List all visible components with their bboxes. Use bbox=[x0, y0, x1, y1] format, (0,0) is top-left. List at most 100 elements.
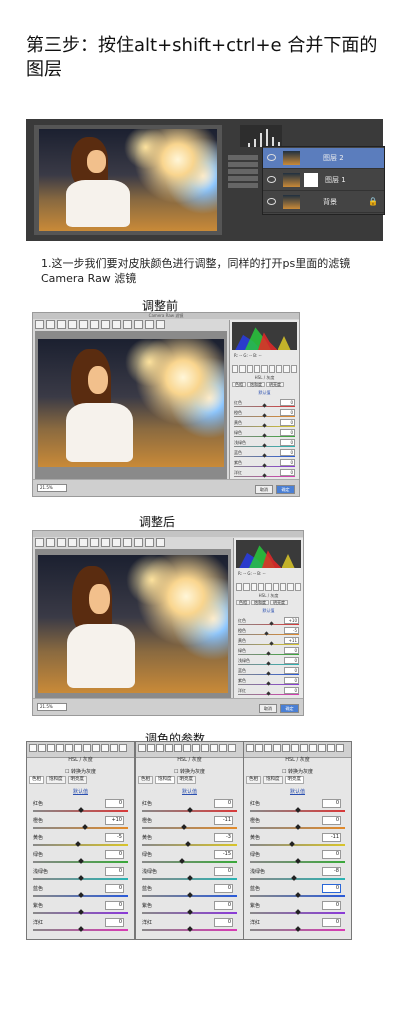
fx-icon[interactable] bbox=[275, 365, 283, 373]
slider-value-field[interactable]: -8 bbox=[322, 867, 341, 876]
basic-icon[interactable] bbox=[236, 583, 243, 591]
crop-icon[interactable] bbox=[90, 538, 99, 547]
grayscale-checkbox[interactable]: ☐ 转换为灰度 bbox=[27, 768, 134, 775]
layer-row-1[interactable]: 图层 1 bbox=[263, 170, 384, 191]
panel-tool-icon[interactable] bbox=[291, 744, 299, 752]
slider-yellow[interactable]: 黄色 -11 bbox=[250, 833, 345, 849]
grayscale-checkbox[interactable]: ☐ 转换为灰度 bbox=[244, 768, 351, 775]
layer-row-2[interactable]: 图层 2 bbox=[263, 148, 384, 169]
slider-aqua[interactable]: 浅绿色 0 bbox=[142, 867, 237, 883]
default-link[interactable]: 默认值 bbox=[136, 788, 243, 795]
spot-removal-icon[interactable] bbox=[112, 320, 121, 329]
slider-magenta[interactable]: 洋红 0 bbox=[142, 918, 237, 934]
slider-orange[interactable]: 橙色 -5 bbox=[238, 627, 299, 636]
slider-purple[interactable]: 紫色 0 bbox=[238, 677, 299, 686]
layer-row-background[interactable]: 背景 🔒 bbox=[263, 192, 384, 213]
curve-icon[interactable] bbox=[243, 583, 250, 591]
tab-luminance[interactable]: 明亮度 bbox=[284, 776, 304, 784]
slider-value-field[interactable]: +10 bbox=[284, 617, 299, 624]
tab-luminance[interactable]: 明亮度 bbox=[270, 600, 288, 605]
slider-value-field[interactable]: 0 bbox=[284, 677, 299, 684]
slider-red[interactable]: 红色 0 bbox=[33, 799, 128, 815]
slider-value-field[interactable]: 0 bbox=[322, 816, 341, 825]
eye-icon[interactable] bbox=[267, 154, 276, 161]
target-adjust-icon[interactable] bbox=[79, 538, 88, 547]
gradient-icon[interactable] bbox=[145, 320, 154, 329]
slider-value-field[interactable]: 0 bbox=[214, 799, 233, 808]
default-link[interactable]: 默认值 bbox=[234, 390, 295, 396]
slider-orange[interactable]: 橙色 0 bbox=[234, 409, 295, 418]
slider-value-field[interactable]: 0 bbox=[280, 419, 295, 426]
slider-value-field[interactable]: 0 bbox=[284, 667, 299, 674]
lens-icon[interactable] bbox=[272, 583, 279, 591]
panel-tool-icon[interactable] bbox=[119, 744, 127, 752]
slider-aqua[interactable]: 浅绿色 -8 bbox=[250, 867, 345, 883]
slider-value-field[interactable]: 0 bbox=[105, 867, 124, 876]
curve-icon[interactable] bbox=[239, 365, 246, 373]
detail-icon[interactable] bbox=[250, 583, 257, 591]
white-balance-icon[interactable] bbox=[57, 538, 66, 547]
panel-tool-icon[interactable] bbox=[300, 744, 308, 752]
checkbox-icon[interactable]: ☐ bbox=[65, 769, 69, 775]
panel-tool-icon[interactable] bbox=[110, 744, 118, 752]
tab-hue[interactable]: 色相 bbox=[232, 382, 246, 387]
slider-yellow[interactable]: 黄色 +11 bbox=[238, 637, 299, 646]
panel-tool-icon[interactable] bbox=[192, 744, 200, 752]
slider-red[interactable]: 红色 +10 bbox=[238, 617, 299, 626]
panel-tool-icon[interactable] bbox=[74, 744, 82, 752]
slider-value-field[interactable]: 0 bbox=[214, 884, 233, 893]
default-link[interactable]: 默认值 bbox=[238, 608, 299, 614]
slider-value-field[interactable]: 0 bbox=[322, 918, 341, 927]
radial-icon[interactable] bbox=[156, 320, 165, 329]
color-sampler-icon[interactable] bbox=[68, 538, 77, 547]
slider-value-field[interactable]: 0 bbox=[284, 647, 299, 654]
panel-tool-icon[interactable] bbox=[228, 744, 236, 752]
tab-saturation[interactable]: 饱和度 bbox=[251, 600, 269, 605]
slider-red[interactable]: 红色 0 bbox=[142, 799, 237, 815]
slider-value-field[interactable]: 0 bbox=[322, 799, 341, 808]
checkbox-icon[interactable]: ☐ bbox=[282, 769, 286, 775]
slider-orange[interactable]: 橙色 -11 bbox=[142, 816, 237, 832]
tab-hue[interactable]: 色相 bbox=[29, 776, 44, 784]
slider-purple[interactable]: 紫色 0 bbox=[142, 901, 237, 917]
slider-red[interactable]: 红色 0 bbox=[250, 799, 345, 815]
presets-icon[interactable] bbox=[290, 365, 297, 373]
slider-value-field[interactable]: -11 bbox=[214, 816, 233, 825]
detail-icon[interactable] bbox=[246, 365, 253, 373]
panel-tool-icon[interactable] bbox=[219, 744, 227, 752]
radial-icon[interactable] bbox=[156, 538, 165, 547]
panel-tool-icon[interactable] bbox=[165, 744, 173, 752]
slider-yellow[interactable]: 黄色 0 bbox=[234, 419, 295, 428]
white-balance-icon[interactable] bbox=[57, 320, 66, 329]
slider-orange[interactable]: 橙色 0 bbox=[250, 816, 345, 832]
slider-value-field[interactable]: 0 bbox=[105, 884, 124, 893]
red-eye-icon[interactable] bbox=[123, 538, 132, 547]
slider-track[interactable] bbox=[250, 878, 345, 880]
panel-tool-icon[interactable] bbox=[318, 744, 326, 752]
panel-tool-icon[interactable] bbox=[47, 744, 55, 752]
slider-track[interactable] bbox=[238, 634, 299, 635]
slider-yellow[interactable]: 黄色 -5 bbox=[33, 833, 128, 849]
panel-tool-icon[interactable] bbox=[38, 744, 46, 752]
default-link[interactable]: 默认值 bbox=[244, 788, 351, 795]
crop-icon[interactable] bbox=[90, 320, 99, 329]
slider-value-field[interactable]: -5 bbox=[105, 833, 124, 842]
slider-yellow[interactable]: 黄色 -3 bbox=[142, 833, 237, 849]
slider-value-field[interactable]: -5 bbox=[284, 627, 299, 634]
slider-value-field[interactable]: -3 bbox=[214, 833, 233, 842]
slider-blue[interactable]: 蓝色 0 bbox=[234, 449, 295, 458]
slider-green[interactable]: 绿色 0 bbox=[234, 429, 295, 438]
panel-tool-icon[interactable] bbox=[210, 744, 218, 752]
panel-tool-icon[interactable] bbox=[92, 744, 100, 752]
slider-track[interactable] bbox=[250, 844, 345, 846]
spot-removal-icon[interactable] bbox=[112, 538, 121, 547]
tab-saturation[interactable]: 饱和度 bbox=[263, 776, 283, 784]
tab-luminance[interactable]: 明亮度 bbox=[176, 776, 196, 784]
panel-tool-icon[interactable] bbox=[101, 744, 109, 752]
slider-value-field[interactable]: 0 bbox=[105, 918, 124, 927]
slider-green[interactable]: 绿色 0 bbox=[238, 647, 299, 656]
panel-tool-icon[interactable] bbox=[309, 744, 317, 752]
slider-track[interactable] bbox=[142, 827, 237, 829]
ok-button[interactable]: 确定 bbox=[280, 704, 299, 713]
presets-icon[interactable] bbox=[294, 583, 301, 591]
